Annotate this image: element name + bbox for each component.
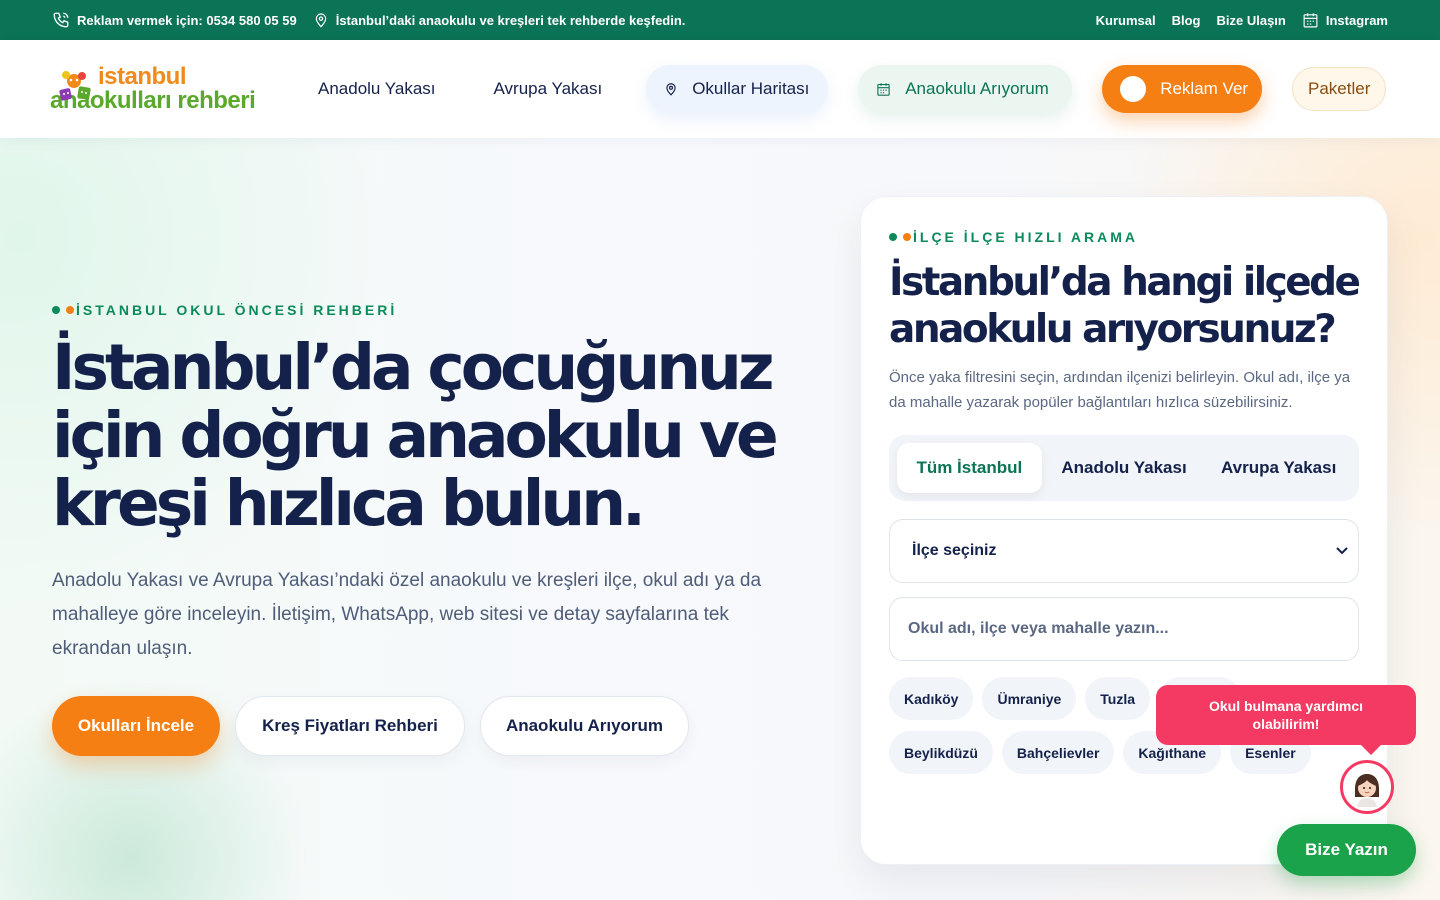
nav-map-label: Okullar Haritası xyxy=(692,79,810,98)
search-title-line-1: İstanbul’da hangi ilçede xyxy=(889,260,1361,305)
nav-find-label: Anaokulu Arıyorum xyxy=(905,79,1049,98)
hero-content: İSTANBUL OKUL ÖNCESİ REHBERİ İstanbul’da… xyxy=(52,302,812,756)
hero-title-line-1: İstanbul’da çocuğunuz xyxy=(52,331,775,404)
hero-section: İSTANBUL OKUL ÖNCESİ REHBERİ İstanbul’da… xyxy=(0,138,1440,900)
district-search-card: İLÇE İLÇE HIZLI ARAMA İstanbul’da hangi … xyxy=(860,196,1388,865)
district-select[interactable]: İlçe seçiniz xyxy=(889,519,1359,583)
nav-packages-label: Paketler xyxy=(1308,79,1371,98)
hero-eyebrow-text: İSTANBUL OKUL ÖNCESİ REHBERİ xyxy=(76,302,398,318)
nav-anaokulu-ariyorum[interactable]: Anaokulu Arıyorum xyxy=(858,65,1073,113)
tagline-text: İstanbul’daki anaokulu ve kreşleri tek r… xyxy=(335,12,686,28)
search-title: İstanbul’da hangi ilçede anaokulu arıyor… xyxy=(889,259,1361,353)
tab-tum-istanbul[interactable]: Tüm İstanbul xyxy=(897,443,1042,493)
anaokulu-ariyorum-button[interactable]: Anaokulu Arıyorum xyxy=(480,696,689,756)
main-nav: Anadolu Yakası Avrupa Yakası Okullar Har… xyxy=(306,65,1388,113)
calendar-icon xyxy=(877,82,890,96)
hero-title-line-3: kreşi hızlıca bulun. xyxy=(52,467,646,540)
main-header: istanbul anaokulları rehberi Anadolu Yak… xyxy=(0,40,1440,138)
circle-icon xyxy=(1120,76,1147,102)
chat-avatar[interactable] xyxy=(1340,760,1394,814)
search-title-line-2: anaokulu arıyorsunuz? xyxy=(889,307,1337,352)
hero-lead: Anadolu Yakası ve Avrupa Yakası’ndaki öz… xyxy=(52,570,762,659)
hero-title: İstanbul’da çocuğunuz için doğru anaokul… xyxy=(52,334,812,538)
topbar-link-blog[interactable]: Blog xyxy=(1172,13,1201,28)
phone-text: Reklam vermek için: 0534 580 05 59 xyxy=(77,12,297,28)
nav-avrupa-yakasi[interactable]: Avrupa Yakası xyxy=(494,79,603,99)
topbar-link-contact[interactable]: Bize Ulaşın xyxy=(1217,13,1286,28)
district-chip-kadikoy[interactable]: Kadıköy xyxy=(889,677,974,720)
district-chip-beylikduzu[interactable]: Beylikdüzü xyxy=(889,731,993,774)
eyebrow-dots-icon xyxy=(52,305,74,315)
hero-eyebrow: İSTANBUL OKUL ÖNCESİ REHBERİ xyxy=(52,302,812,318)
assistant-avatar-icon xyxy=(1355,774,1379,807)
top-bar: Reklam vermek için: 0534 580 05 59 İstan… xyxy=(0,0,1440,40)
hero-buttons: Okulları İncele Kreş Fiyatları Rehberi A… xyxy=(52,696,812,756)
district-select-value: İlçe seçiniz xyxy=(912,542,997,559)
hero-title-line-2: için doğru anaokulu ve xyxy=(52,399,779,472)
phone-contact[interactable]: Reklam vermek için: 0534 580 05 59 xyxy=(52,11,297,29)
search-description: Önce yaka filtresini seçin, ardından ilç… xyxy=(889,369,1351,411)
okullari-incele-button[interactable]: Okulları İncele xyxy=(52,696,220,756)
district-chip-bahcelievler[interactable]: Bahçelievler xyxy=(1001,731,1115,774)
topbar-link-kurumsal[interactable]: Kurumsal xyxy=(1096,13,1156,28)
region-tabs: Tüm İstanbul Anadolu Yakası Avrupa Yakas… xyxy=(889,435,1359,501)
nav-anadolu-yakasi[interactable]: Anadolu Yakası xyxy=(318,79,436,99)
district-chip-umraniye[interactable]: Ümraniye xyxy=(982,677,1077,720)
chat-tooltip[interactable]: Okul bulmana yardımcı olabilirim! xyxy=(1156,685,1416,755)
search-eyebrow-text: İLÇE İLÇE HIZLI ARAMA xyxy=(913,229,1139,245)
instagram-text: Instagram xyxy=(1325,12,1388,28)
kids-logo-icon xyxy=(52,65,104,113)
phone-icon xyxy=(53,12,69,28)
calendar-icon xyxy=(1303,12,1318,27)
school-search-field xyxy=(889,597,1359,661)
school-search-input[interactable] xyxy=(908,620,1340,638)
tab-anadolu-yakasi[interactable]: Anadolu Yakası xyxy=(1042,443,1207,493)
location-pin-icon xyxy=(666,83,676,96)
instagram-link[interactable]: Instagram xyxy=(1302,12,1388,29)
tab-avrupa-yakasi[interactable]: Avrupa Yakası xyxy=(1206,443,1351,493)
nav-reklam-ver-button[interactable]: Reklam Ver xyxy=(1102,65,1263,113)
location-pin-icon xyxy=(315,13,326,28)
eyebrow-dots-icon xyxy=(889,232,911,242)
tagline: İstanbul’daki anaokulu ve kreşleri tek r… xyxy=(313,11,686,29)
logo-line-1: istanbul xyxy=(98,63,187,90)
site-logo[interactable]: istanbul anaokulları rehberi xyxy=(50,59,262,119)
bize-yazin-button[interactable]: Bize Yazın xyxy=(1277,824,1416,876)
kres-fiyatlari-button[interactable]: Kreş Fiyatları Rehberi xyxy=(235,696,465,756)
district-chip-tuzla[interactable]: Tuzla xyxy=(1085,677,1151,720)
nav-okullar-haritasi[interactable]: Okullar Haritası xyxy=(646,65,829,113)
search-eyebrow: İLÇE İLÇE HIZLI ARAMA xyxy=(889,229,1359,245)
nav-ad-label: Reklam Ver xyxy=(1160,79,1249,98)
chevron-down-icon xyxy=(1336,547,1348,555)
nav-paketler-button[interactable]: Paketler xyxy=(1292,67,1387,111)
